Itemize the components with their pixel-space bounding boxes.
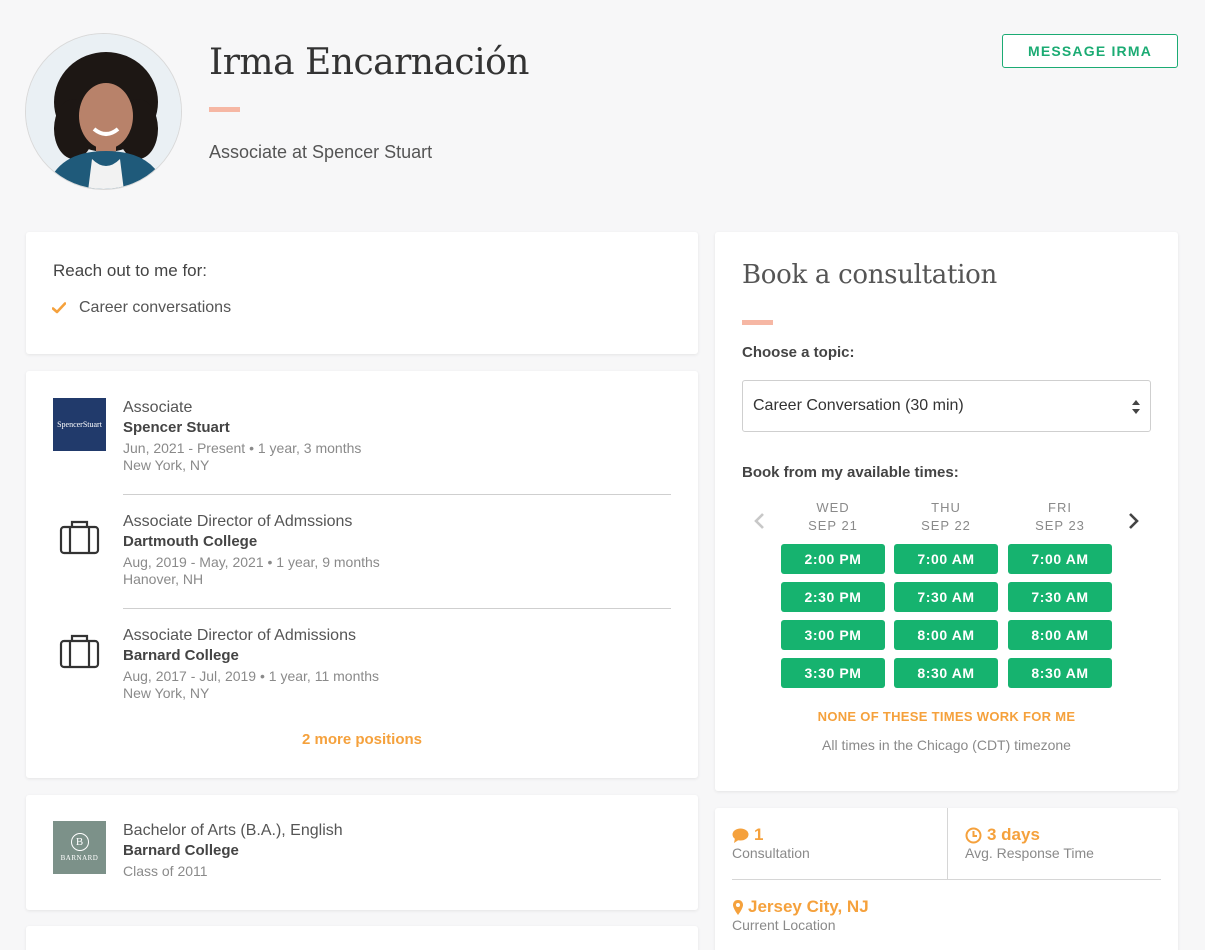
education-card: B BARNARD Bachelor of Arts (B.A.), Engli… — [26, 795, 698, 910]
time-slot-button[interactable]: 8:00 AM — [1008, 620, 1112, 650]
topic-label: Choose a topic: — [742, 344, 855, 361]
day-column: WED SEP 21 2:00 PM 2:30 PM 3:00 PM 3:30 … — [781, 499, 885, 688]
day-date: SEP 22 — [921, 518, 971, 533]
stats-vertical-divider — [947, 808, 948, 879]
day-name: WED — [816, 500, 850, 515]
consultations-value: 1 — [754, 825, 764, 844]
stats-horizontal-divider — [732, 879, 1161, 880]
booking-accent-divider — [742, 320, 773, 325]
location-label: Current Location — [732, 917, 836, 933]
profile-avatar — [25, 33, 182, 190]
response-time-value: 3 days — [987, 825, 1040, 844]
position-title: Associate Director of Admssions — [123, 513, 353, 530]
topic-select-value: Career Conversation (30 min) — [753, 397, 964, 414]
none-of-these-times-link[interactable]: NONE OF THESE TIMES WORK FOR ME — [715, 709, 1178, 724]
position-dates: Aug, 2019 - May, 2021 • 1 year, 9 months — [123, 554, 380, 570]
day-column: FRI SEP 23 7:00 AM 7:30 AM 8:00 AM 8:30 … — [1008, 499, 1112, 688]
time-slot-button[interactable]: 7:30 AM — [894, 582, 998, 612]
position-location: New York, NY — [123, 457, 210, 473]
time-slot-button[interactable]: 8:00 AM — [894, 620, 998, 650]
position-title: Associate Director of Admissions — [123, 627, 356, 644]
time-slot-button[interactable]: 7:00 AM — [894, 544, 998, 574]
timezone-note: All times in the Chicago (CDT) timezone — [822, 737, 1071, 753]
time-slot-button[interactable]: 2:30 PM — [781, 582, 885, 612]
position-divider — [123, 608, 671, 609]
position-org: Spencer Stuart — [123, 419, 230, 436]
consultations-stat: 1 Consultation — [732, 825, 810, 862]
topic-select[interactable]: Career Conversation (30 min) — [742, 380, 1151, 432]
profile-headline: Associate at Spencer Stuart — [209, 142, 433, 162]
position-title: Associate — [123, 399, 193, 416]
class-year: Class of 2011 — [123, 863, 208, 879]
response-time-label: Avg. Response Time — [965, 845, 1094, 861]
position-org: Dartmouth College — [123, 533, 258, 550]
time-slot-button[interactable]: 3:00 PM — [781, 620, 885, 650]
reach-out-title: Reach out to me for: — [53, 261, 208, 280]
select-arrows-icon — [1132, 400, 1140, 414]
map-pin-icon — [733, 899, 743, 915]
time-slot-button[interactable]: 3:30 PM — [781, 658, 885, 688]
booking-title: Book a consultation — [742, 260, 997, 290]
chevron-right-icon[interactable] — [1126, 512, 1140, 530]
location-value: Jersey City, NJ — [748, 897, 869, 916]
time-slot-button[interactable]: 7:30 AM — [1008, 582, 1112, 612]
time-slot-button[interactable]: 2:00 PM — [781, 544, 885, 574]
reach-out-card: Reach out to me for: Career conversation… — [26, 232, 698, 354]
day-name: THU — [931, 500, 961, 515]
position-dates: Jun, 2021 - Present • 1 year, 3 months — [123, 440, 362, 456]
briefcase-icon — [59, 634, 100, 669]
message-button[interactable]: MESSAGE IRMA — [1002, 34, 1178, 68]
time-slot-button[interactable]: 7:00 AM — [1008, 544, 1112, 574]
day-column: THU SEP 22 7:00 AM 7:30 AM 8:00 AM 8:30 … — [894, 499, 998, 688]
reach-out-item-label: Career conversations — [79, 299, 232, 316]
chevron-left-icon[interactable] — [753, 512, 767, 530]
consultations-label: Consultation — [732, 845, 810, 861]
name-accent-divider — [209, 107, 240, 112]
position-location: Hanover, NH — [123, 571, 204, 587]
response-time-stat: 3 days Avg. Response Time — [965, 825, 1094, 862]
briefcase-icon — [59, 520, 100, 555]
time-slot-button[interactable]: 8:30 AM — [894, 658, 998, 688]
booking-card: Book a consultation Choose a topic: Care… — [715, 232, 1178, 791]
position-location: New York, NY — [123, 685, 210, 701]
clock-icon — [965, 827, 982, 843]
position-dates: Aug, 2017 - Jul, 2019 • 1 year, 11 month… — [123, 668, 380, 684]
times-label: Book from my available times: — [742, 464, 959, 481]
reach-out-item: Career conversations — [52, 299, 231, 317]
speech-bubble-icon — [732, 828, 749, 843]
checkmark-icon — [52, 302, 66, 314]
spencer-stuart-logo: SpencerStuart — [53, 398, 106, 451]
more-positions-link[interactable]: 2 more positions — [26, 731, 698, 748]
profile-name: Irma Encarnación — [209, 42, 529, 83]
location-stat: Jersey City, NJ Current Location — [732, 897, 869, 934]
day-date: SEP 23 — [1035, 518, 1085, 533]
school-name: Barnard College — [123, 842, 239, 859]
day-name: FRI — [1048, 500, 1072, 515]
position-org: Barnard College — [123, 647, 239, 664]
time-slot-button[interactable]: 8:30 AM — [1008, 658, 1112, 688]
next-card — [26, 926, 698, 950]
barnard-logo: B BARNARD — [53, 821, 106, 874]
experience-card: SpencerStuart Associate Spencer Stuart J… — [26, 371, 698, 778]
degree-title: Bachelor of Arts (B.A.), English — [123, 822, 343, 839]
day-date: SEP 21 — [808, 518, 858, 533]
stats-card: 1 Consultation 3 days Avg. Response Time… — [715, 808, 1178, 950]
position-divider — [123, 494, 671, 495]
